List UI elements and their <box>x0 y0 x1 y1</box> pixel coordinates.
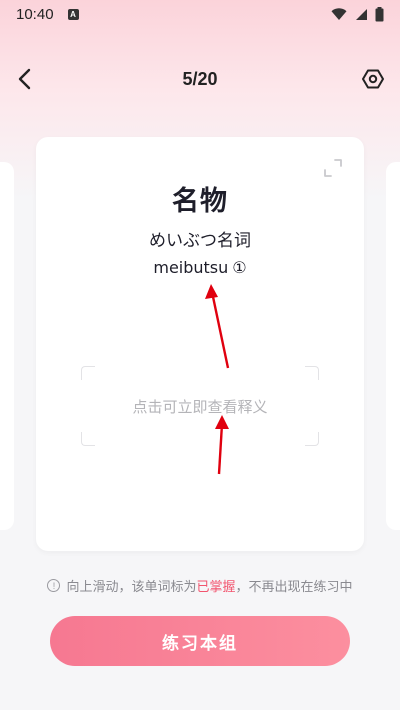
a-notification-icon: A <box>67 8 79 20</box>
previous-card-peek[interactable] <box>0 162 14 530</box>
page-counter: 5/20 <box>182 68 218 89</box>
bottom-bar <box>0 700 400 710</box>
word-reading: めいぶつ名词 <box>149 231 251 251</box>
tip-text: 向上滑动，该单词标为已掌握，不再出现在练习中 <box>66 576 352 595</box>
wifi-icon <box>331 7 347 20</box>
expand-corners-icon <box>324 159 342 177</box>
swipe-tip: ! 向上滑动，该单词标为已掌握，不再出现在练习中 <box>0 576 400 595</box>
vocab-word: 名物 <box>172 186 228 217</box>
top-nav: 5/20 <box>0 54 400 104</box>
status-time: 10:40 <box>16 5 54 23</box>
status-icons <box>331 6 384 22</box>
reveal-definition-area[interactable]: 点击可立即查看释义 <box>81 366 319 446</box>
tip-prefix: 向上滑动，该单词标为 <box>66 580 197 595</box>
next-card-peek[interactable] <box>386 162 400 530</box>
tip-suffix: ，不再出现在练习中 <box>235 580 353 595</box>
reveal-hint: 点击可立即查看释义 <box>132 397 268 416</box>
practice-group-button[interactable]: 练习本组 <box>50 616 350 666</box>
info-icon: ! <box>47 579 61 592</box>
flashcard[interactable]: 名物 めいぶつ名词 meibutsu ① 点击可立即查看释义 <box>36 137 364 551</box>
settings-button[interactable] <box>358 64 388 94</box>
status-bar: 10:40 A <box>0 0 400 28</box>
battery-icon <box>375 6 384 21</box>
romaji-text: meibutsu <box>153 258 229 277</box>
hexagon-gear-icon <box>362 69 384 89</box>
tip-highlight: 已掌握 <box>196 580 236 595</box>
back-button[interactable] <box>10 64 40 94</box>
cellular-signal-icon <box>356 8 367 20</box>
expand-button[interactable] <box>322 157 344 179</box>
chevron-left-icon <box>18 68 31 90</box>
romaji-row: meibutsu ① <box>36 258 364 277</box>
tone-badge: ① <box>232 258 247 277</box>
